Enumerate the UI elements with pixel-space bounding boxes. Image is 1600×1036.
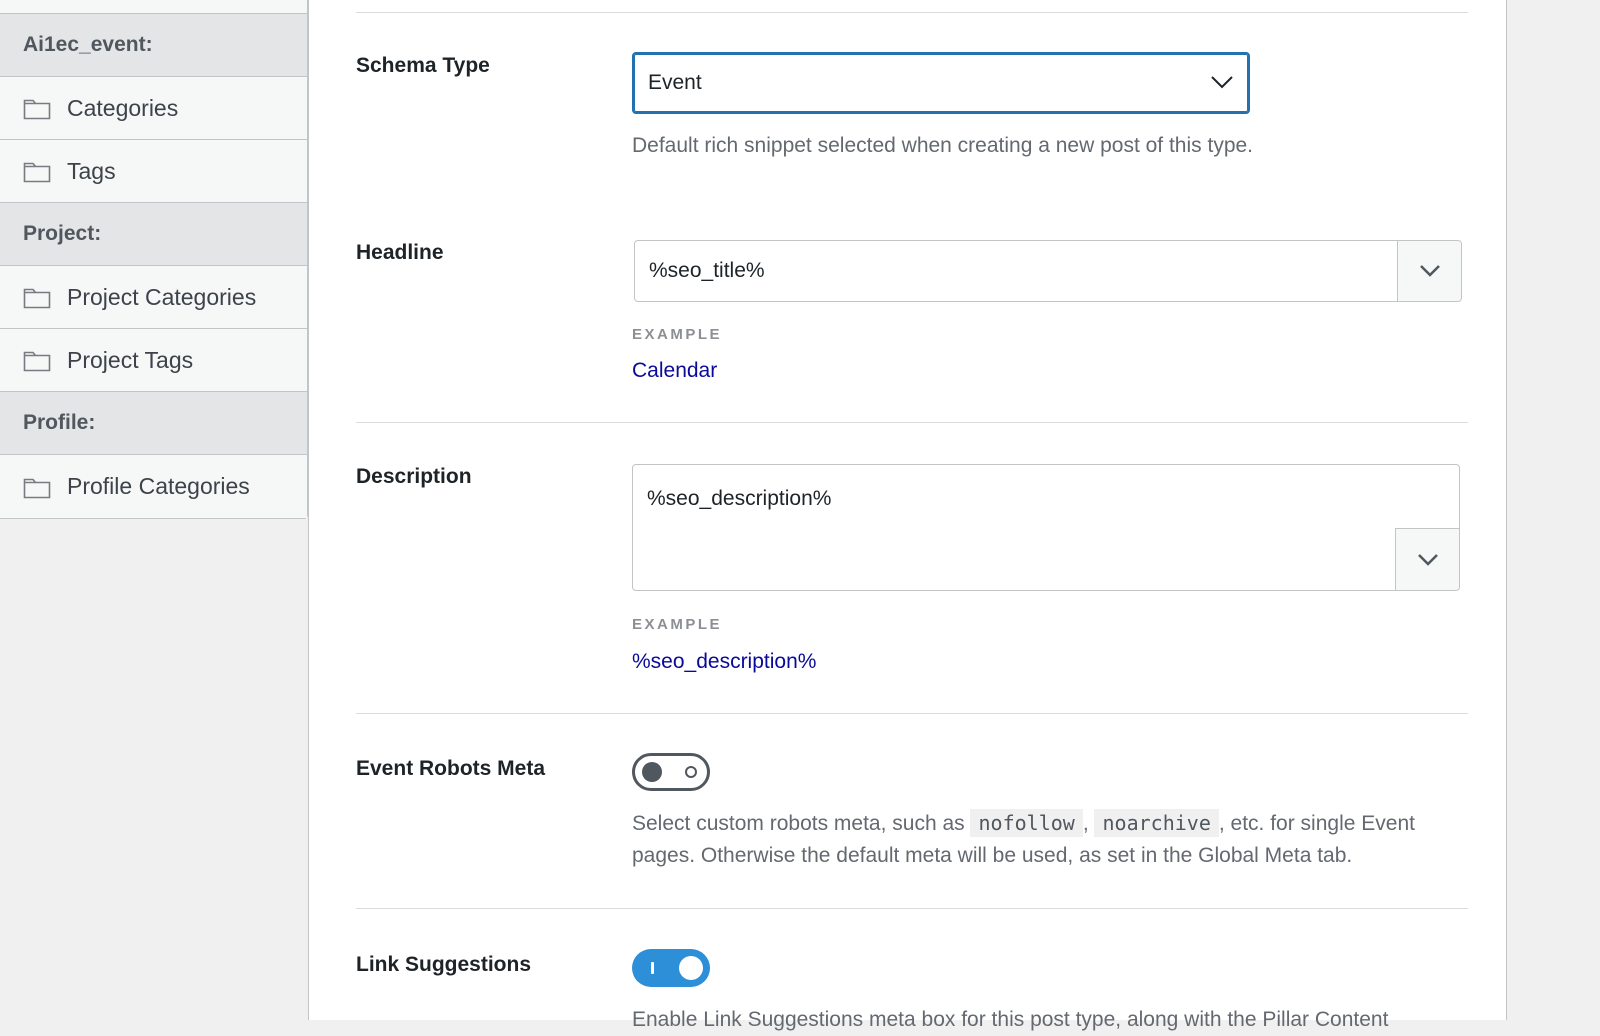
code-nofollow: nofollow: [970, 809, 1083, 837]
description-label: Description: [356, 465, 472, 488]
sidebar-item-label: Categories: [67, 94, 179, 121]
folder-icon: [23, 351, 51, 372]
help-separator: ,: [1082, 812, 1095, 835]
sidebar-item-label: Project Tags: [67, 346, 194, 373]
chevron-down-icon: [1417, 553, 1438, 566]
headline-example-label: EXAMPLE: [632, 326, 723, 343]
toggle-knob: [642, 762, 662, 782]
description-value: %seo_description%: [647, 487, 832, 510]
sidebar-item-project-categories[interactable]: Project Categories: [0, 266, 307, 329]
schema-type-label: Schema Type: [356, 54, 490, 77]
section-divider: [356, 422, 1468, 423]
toggle-off-indicator: [685, 766, 697, 778]
folder-icon: [23, 99, 51, 120]
robots-meta-label: Event Robots Meta: [356, 757, 546, 780]
headline-example-value: Calendar: [632, 359, 718, 382]
section-divider: [356, 908, 1468, 909]
sidebar-item-label: Project Categories: [67, 283, 257, 310]
headline-label: Headline: [356, 241, 444, 264]
section-divider: [356, 713, 1468, 714]
sidebar-item-profile-categories[interactable]: Profile Categories: [0, 455, 307, 518]
settings-panel: Schema Type Event Default rich snippet s…: [308, 0, 1507, 1031]
toggle-knob: [679, 956, 703, 980]
link-suggestions-label: Link Suggestions: [356, 953, 532, 976]
sidebar-item-project-tags[interactable]: Project Tags: [0, 329, 307, 392]
sidebar-item-label: Profile Categories: [67, 473, 250, 499]
code-noarchive: noarchive: [1094, 809, 1219, 837]
schema-type-select[interactable]: Event: [632, 52, 1250, 114]
link-suggestions-toggle[interactable]: [632, 949, 710, 987]
description-variables-button[interactable]: [1395, 528, 1459, 590]
folder-icon: [23, 288, 51, 309]
sidebar-top-border: [0, 0, 307, 14]
headline-field[interactable]: %seo_title%: [634, 240, 1462, 302]
description-example-label: EXAMPLE: [632, 616, 723, 633]
sidebar-group-project: Project:: [0, 203, 307, 266]
link-suggestions-help: Enable Link Suggestions meta box for thi…: [632, 1008, 1389, 1031]
sidebar-item-label: Tags: [67, 157, 116, 184]
taxonomy-sidebar: Ai1ec_event: Categories Tags Project: Pr…: [0, 0, 308, 519]
sidebar-item-tags[interactable]: Tags: [0, 140, 307, 203]
help-text: Select custom robots meta, such as: [632, 812, 971, 835]
description-example-value: %seo_description%: [632, 650, 817, 673]
folder-icon: [23, 162, 51, 183]
headline-variables-button[interactable]: [1397, 241, 1461, 301]
toggle-on-indicator: [651, 962, 654, 974]
sidebar-group-profile: Profile:: [0, 392, 307, 455]
section-divider: [356, 12, 1468, 13]
robots-meta-toggle[interactable]: [632, 753, 710, 791]
headline-value: %seo_title%: [649, 259, 765, 282]
description-field[interactable]: %seo_description%: [632, 464, 1460, 591]
folder-icon: [23, 478, 51, 498]
sidebar-item-categories[interactable]: Categories: [0, 77, 307, 140]
schema-type-help: Default rich snippet selected when creat…: [632, 134, 1254, 157]
robots-meta-help: Select custom robots meta, such as nofol…: [632, 807, 1467, 872]
sidebar-group-ai1ec-event: Ai1ec_event:: [0, 14, 307, 77]
schema-type-value: Event: [648, 71, 702, 94]
chevron-down-icon: [1211, 76, 1233, 89]
chevron-down-icon: [1419, 265, 1440, 277]
